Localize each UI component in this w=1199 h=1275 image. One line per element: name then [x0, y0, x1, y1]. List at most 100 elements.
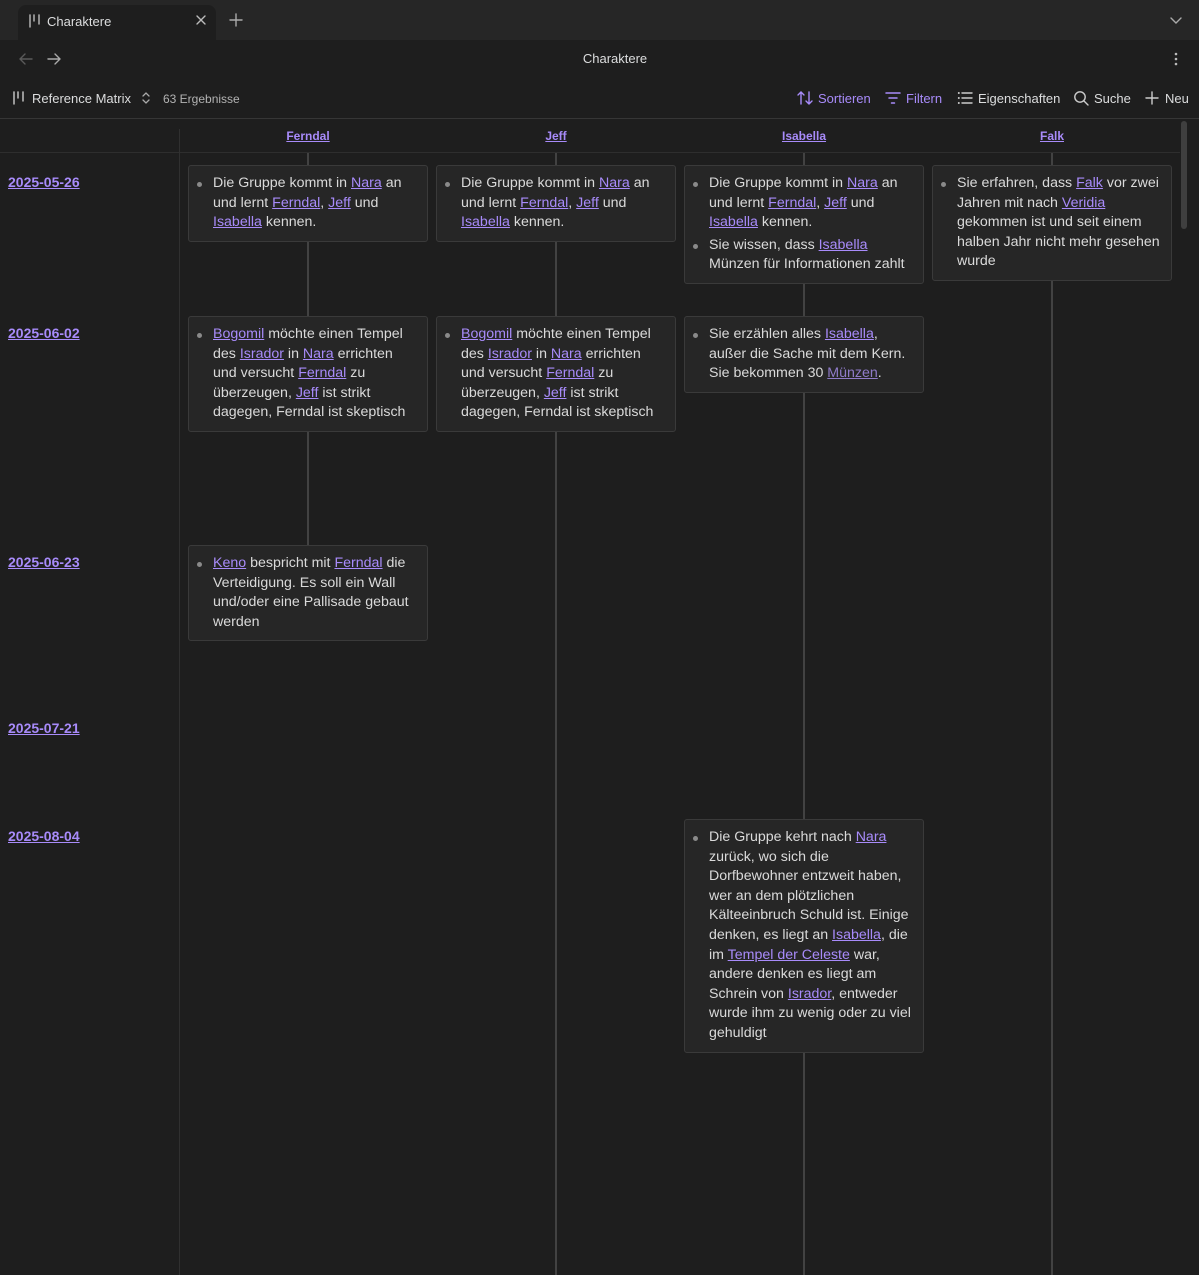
card-bullet-list: Bogomil möchte einen Tempel des Isrador … [197, 325, 419, 423]
event-card[interactable]: Die Gruppe kehrt nach Nara zurück, wo si… [684, 819, 924, 1053]
note-link[interactable]: Nara [351, 175, 382, 191]
card-bullet: Die Gruppe kommt in Nara an und lernt Fe… [445, 174, 667, 233]
event-card[interactable]: Sie erfahren, dass Falk vor zwei Jahren … [932, 165, 1172, 281]
more-vertical-icon[interactable] [1168, 51, 1184, 67]
title-bar: Charaktere [0, 0, 1199, 40]
date-label[interactable]: 2025-08-04 [8, 828, 80, 844]
note-link[interactable]: Ferndal [768, 195, 816, 211]
note-link[interactable]: Ferndal [334, 555, 382, 571]
row-label-divider [179, 129, 180, 1275]
column-header-ferndal[interactable]: Ferndal [188, 129, 428, 143]
tab-title: Charaktere [47, 14, 112, 29]
note-link[interactable]: Isabella [213, 214, 262, 230]
note-link[interactable]: Nara [856, 829, 887, 845]
event-card[interactable]: Bogomil möchte einen Tempel des Isrador … [188, 316, 428, 432]
view-name: Reference Matrix [32, 90, 131, 106]
close-icon[interactable] [194, 13, 208, 27]
plus-icon[interactable] [228, 12, 244, 28]
search-button[interactable]: Suche [1073, 89, 1131, 107]
event-card[interactable]: Die Gruppe kommt in Nara an und lernt Fe… [188, 165, 428, 242]
properties-button[interactable]: Eigenschaften [957, 89, 1060, 107]
filter-button[interactable]: Filtern [885, 89, 942, 107]
scrollbar[interactable] [1180, 119, 1199, 1275]
column-header-isabella[interactable]: Isabella [684, 129, 924, 143]
sort-button[interactable]: Sortieren [797, 89, 871, 107]
list-icon [957, 92, 973, 104]
note-link[interactable]: Isrador [488, 346, 532, 362]
sort-label: Sortieren [818, 90, 871, 106]
card-bullet-list: Sie erzählen alles Isabella, außer die S… [693, 325, 915, 384]
note-link[interactable]: Isabella [461, 214, 510, 230]
chevrons-up-down-icon [142, 92, 150, 104]
note-link[interactable]: Tempel der Celeste [728, 947, 850, 963]
note-link[interactable]: Münzen [827, 365, 877, 381]
base-toolbar: Reference Matrix 63 Ergebnisse Sortieren… [0, 78, 1199, 119]
note-link[interactable]: Keno [213, 555, 246, 571]
note-link[interactable]: Veridia [1062, 195, 1105, 211]
note-link[interactable]: Isrador [240, 346, 284, 362]
note-link[interactable]: Falk [1076, 175, 1103, 191]
note-link[interactable]: Isrador [788, 986, 831, 1002]
note-link[interactable]: Nara [303, 346, 334, 362]
note-link[interactable]: Jeff [544, 385, 567, 401]
note-link[interactable]: Bogomil [461, 326, 512, 342]
event-card[interactable]: Keno bespricht mit Ferndal die Verteidig… [188, 545, 428, 642]
note-link[interactable]: Nara [551, 346, 582, 362]
note-link[interactable]: Isabella [825, 326, 874, 342]
date-label[interactable]: 2025-07-21 [8, 720, 80, 736]
card-bullet: Bogomil möchte einen Tempel des Isrador … [445, 325, 667, 423]
page-title: Charaktere [582, 51, 648, 66]
chevron-down-icon[interactable] [1169, 13, 1183, 27]
card-bullet-list: Die Gruppe kommt in Nara an und lernt Fe… [445, 174, 667, 233]
search-label: Suche [1094, 90, 1131, 106]
card-bullet: Die Gruppe kehrt nach Nara zurück, wo si… [693, 828, 915, 1044]
event-card[interactable]: Die Gruppe kommt in Nara an und lernt Fe… [436, 165, 676, 242]
card-bullet: Sie erzählen alles Isabella, außer die S… [693, 325, 915, 384]
note-link[interactable]: Ferndal [272, 195, 320, 211]
card-bullet: Sie erfahren, dass Falk vor zwei Jahren … [941, 174, 1163, 272]
plus-icon [1145, 91, 1159, 105]
sort-icon [797, 91, 813, 105]
new-button[interactable]: Neu [1144, 89, 1189, 107]
tab-charaktere[interactable]: Charaktere [18, 5, 216, 40]
date-label[interactable]: 2025-06-02 [8, 325, 80, 341]
view-selector[interactable]: Reference Matrix [12, 88, 151, 108]
note-link[interactable]: Isabella [709, 214, 758, 230]
note-link[interactable]: Ferndal [520, 195, 568, 211]
event-card[interactable]: Sie erzählen alles Isabella, außer die S… [684, 316, 924, 393]
note-link[interactable]: Nara [847, 175, 878, 191]
note-link[interactable]: Jeff [576, 195, 599, 211]
timeline-falk [1051, 153, 1053, 1275]
card-bullet: Bogomil möchte einen Tempel des Isrador … [197, 325, 419, 423]
card-bullet-list: Bogomil möchte einen Tempel des Isrador … [445, 325, 667, 423]
note-link[interactable]: Isabella [832, 927, 881, 943]
card-bullet: Die Gruppe kommt in Nara an und lernt Fe… [197, 174, 419, 233]
reference-matrix: Ferndal Jeff Isabella Falk 2025-05-26 20… [0, 119, 1199, 1275]
column-header-jeff[interactable]: Jeff [436, 129, 676, 143]
scrollbar-thumb[interactable] [1181, 121, 1187, 229]
date-label[interactable]: 2025-05-26 [8, 174, 80, 190]
note-link[interactable]: Jeff [328, 195, 351, 211]
view-board-icon [29, 14, 40, 28]
card-bullet-list: Keno bespricht mit Ferndal die Verteidig… [197, 554, 419, 632]
event-card[interactable]: Bogomil möchte einen Tempel des Isrador … [436, 316, 676, 432]
note-link[interactable]: Isabella [819, 237, 868, 253]
note-link[interactable]: Jeff [296, 385, 319, 401]
note-link[interactable]: Ferndal [546, 365, 594, 381]
card-bullet-list: Sie erfahren, dass Falk vor zwei Jahren … [941, 174, 1163, 272]
card-bullet-list: Die Gruppe kommt in Nara an und lernt Fe… [197, 174, 419, 233]
note-link[interactable]: Nara [599, 175, 630, 191]
event-card[interactable]: Die Gruppe kommt in Nara an und lernt Fe… [684, 165, 924, 284]
column-header-row: Ferndal Jeff Isabella Falk [0, 119, 1180, 153]
note-link[interactable]: Bogomil [213, 326, 264, 342]
card-bullet: Keno bespricht mit Ferndal die Verteidig… [197, 554, 419, 632]
nav-bar: Charaktere [0, 40, 1199, 78]
properties-label: Eigenschaften [978, 90, 1061, 106]
note-link[interactable]: Ferndal [298, 365, 346, 381]
column-header-falk[interactable]: Falk [932, 129, 1172, 143]
card-bullet-list: Die Gruppe kehrt nach Nara zurück, wo si… [693, 828, 915, 1044]
note-link[interactable]: Jeff [824, 195, 847, 211]
result-count: 63 Ergebnisse [163, 92, 240, 106]
date-label[interactable]: 2025-06-23 [8, 554, 80, 570]
filter-label: Filtern [906, 90, 943, 106]
